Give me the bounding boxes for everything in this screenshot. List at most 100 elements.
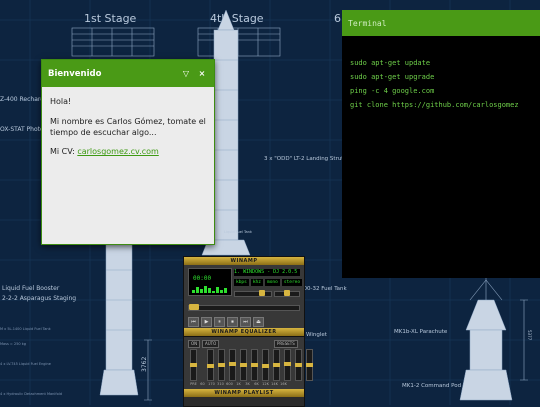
terminal-titlebar[interactable]: Terminal — [342, 10, 540, 36]
dimension-label-2: 5377 — [527, 330, 532, 341]
cv-row: Mi CV: carlosgomez.cv.com — [50, 147, 206, 158]
welcome-title: Bienvenido — [48, 68, 102, 79]
terminal-line: sudo apt-get upgrade — [350, 73, 435, 81]
previous-icon[interactable]: ⏮ — [188, 317, 199, 327]
label-winglet: Winglet — [306, 332, 328, 338]
label-booster: Liquid Fuel Booster — [2, 285, 60, 292]
terminal-line: ping -c 4 google.com — [350, 87, 435, 95]
eq-slider-pre[interactable] — [190, 349, 197, 381]
eq-slider-3k[interactable] — [262, 349, 269, 381]
seek-bar[interactable] — [188, 304, 300, 311]
eq-slider-knob[interactable] — [306, 363, 313, 367]
label-landing-strut: 3 x "ODD" LT-2 Landing Strut — [264, 156, 344, 162]
minimize-icon[interactable]: ▽ — [180, 69, 192, 78]
terminal-title: Terminal — [348, 18, 387, 28]
terminal-line: sudo apt-get update — [350, 59, 431, 67]
eq-slider-170[interactable] — [218, 349, 225, 381]
welcome-content: Hola! Mi nombre es Carlos Gómez, tomate … — [42, 87, 214, 177]
play-icon[interactable]: ▶ — [201, 317, 212, 327]
pause-icon[interactable]: ⏸ — [214, 317, 225, 327]
eq-presets-button[interactable]: PRESETS — [274, 340, 298, 348]
eject-icon[interactable]: ⏏ — [253, 317, 264, 327]
winamp-kbps: kbps — [234, 279, 249, 286]
terminal-output[interactable]: sudo apt-get update sudo apt-get upgrade… — [342, 36, 540, 132]
stage6-label: 6 — [334, 12, 341, 25]
volume-slider[interactable] — [234, 290, 272, 297]
eq-slider-1k[interactable] — [251, 349, 258, 381]
eq-slider-600[interactable] — [240, 349, 247, 381]
label-fuel-tank-200: 200-32 Fuel Tank — [300, 286, 348, 292]
eq-band-label: 310 — [217, 382, 224, 386]
eq-auto-button[interactable]: AUTO — [202, 340, 220, 348]
winamp-info: kbps khz mono stereo — [234, 279, 303, 286]
welcome-window[interactable]: Bienvenido ▽ × Hola! Mi nombre es Carlos… — [41, 59, 215, 245]
balance-knob[interactable] — [284, 290, 290, 296]
stop-icon[interactable]: ⏹ — [227, 317, 238, 327]
eq-slider-knob[interactable] — [190, 363, 197, 367]
terminal-window[interactable]: Terminal sudo apt-get update sudo apt-ge… — [342, 10, 540, 278]
cv-label: Mi CV: — [50, 147, 75, 157]
stage4-label: 4th Stage — [210, 12, 264, 25]
eq-slider-14k[interactable] — [295, 349, 302, 381]
eq-slider-60[interactable] — [207, 349, 214, 381]
eq-slider-knob[interactable] — [273, 363, 280, 367]
eq-slider-knob[interactable] — [207, 364, 214, 368]
welcome-titlebar[interactable]: Bienvenido ▽ × — [42, 60, 214, 87]
eq-band-label: 3K — [245, 382, 250, 386]
winamp-player[interactable]: WINAMP 00:00 1. WINDOWS - DJ 2.0.5 kbps … — [183, 256, 313, 407]
eq-band-labels: PRE 60 170 310 600 1K 3K 6K 12K 14K 16K — [190, 382, 287, 386]
winamp-time: 00:00 — [193, 275, 212, 282]
eq-band-label: 6K — [254, 382, 259, 386]
terminal-line: git clone https://github.com/carlosgomez — [350, 101, 519, 109]
label-parachute: MK1b-XL Parachute — [394, 329, 448, 335]
stage1-label: 1st Stage — [84, 12, 137, 25]
winamp-track-title: 1. WINDOWS - DJ 2.0.5 — [234, 269, 300, 276]
svg-text:4 x LV-T45 Liquid Fuel Engine: 4 x LV-T45 Liquid Fuel Engine — [0, 362, 51, 366]
eq-slider-knob[interactable] — [284, 362, 291, 366]
eq-band-label: 12K — [262, 382, 269, 386]
playlist-titlebar[interactable]: WINAMP PLAYLIST — [184, 389, 304, 397]
winamp-titlebar[interactable]: WINAMP — [184, 257, 304, 265]
winamp-main-panel: 00:00 1. WINDOWS - DJ 2.0.5 kbps khz mon… — [184, 265, 304, 328]
volume-knob[interactable] — [259, 290, 265, 296]
winamp-controls: ⏮ ▶ ⏸ ⏹ ⏭ ⏏ — [188, 317, 264, 327]
seek-knob[interactable] — [189, 304, 199, 310]
winamp-visualizer — [192, 285, 228, 293]
equalizer-panel: ON AUTO PRESETS PRE 60 170 310 600 1K 3K 6K 12K 1… — [184, 336, 313, 389]
eq-band-label: 16K — [280, 382, 287, 386]
eq-slider-12k[interactable] — [284, 349, 291, 381]
winamp-display: 00:00 — [188, 268, 232, 296]
winamp-mono: mono — [264, 279, 280, 286]
svg-text:4 x Hydraulic Detachment Manif: 4 x Hydraulic Detachment Manifold — [0, 392, 62, 396]
eq-slider-knob[interactable] — [229, 362, 236, 366]
eq-band-label: PRE — [190, 382, 197, 386]
eq-slider-16k[interactable] — [306, 349, 313, 381]
winamp-khz: khz — [250, 279, 263, 286]
svg-text:Mass = 250 kg: Mass = 250 kg — [0, 342, 26, 346]
close-icon[interactable]: × — [196, 69, 208, 78]
eq-band-label: 14K — [271, 382, 278, 386]
cv-link[interactable]: carlosgomez.cv.com — [77, 147, 158, 156]
eq-band-label: 1K — [236, 382, 241, 386]
label-fuel-tank: Liquid Fuel Tank — [224, 230, 253, 234]
greeting-text: Hola! — [50, 97, 72, 106]
eq-slider-310[interactable] — [229, 349, 236, 381]
eq-band-label: 170 — [208, 382, 215, 386]
svg-text:M x 5L-1400 Liquid Fuel Tank: M x 5L-1400 Liquid Fuel Tank — [0, 327, 52, 331]
eq-slider-knob[interactable] — [240, 363, 247, 367]
next-icon[interactable]: ⏭ — [240, 317, 251, 327]
balance-slider[interactable] — [274, 290, 300, 297]
eq-band-label: 600 — [226, 382, 233, 386]
eq-on-button[interactable]: ON — [188, 340, 201, 348]
eq-slider-knob[interactable] — [262, 364, 269, 368]
eq-band-label: 60 — [200, 382, 205, 386]
eq-sliders — [190, 349, 313, 381]
equalizer-titlebar[interactable]: WINAMP EQUALIZER — [184, 328, 304, 336]
intro-text: Mi nombre es Carlos Gómez, tomate el tie… — [50, 116, 206, 137]
eq-slider-knob[interactable] — [218, 363, 225, 367]
eq-slider-knob[interactable] — [295, 363, 302, 367]
eq-slider-6k[interactable] — [273, 349, 280, 381]
label-asparagus: 2-2-2 Asparagus Staging — [2, 295, 76, 302]
eq-slider-knob[interactable] — [251, 363, 258, 367]
winamp-stereo: stereo — [281, 279, 303, 286]
